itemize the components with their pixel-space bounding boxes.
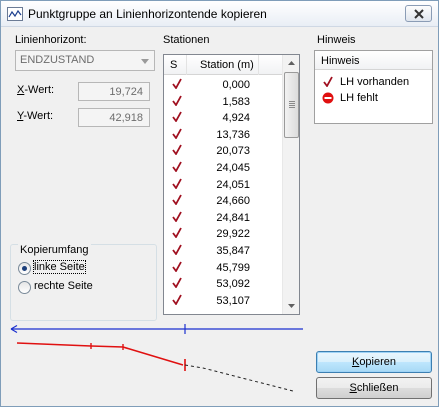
station-row[interactable]: 24,660: [164, 193, 282, 209]
station-value: 4,924: [222, 112, 250, 125]
scroll-grip-line: [289, 105, 295, 106]
stationen-scrollbar[interactable]: [282, 55, 299, 314]
check-icon: [172, 294, 182, 308]
linienhorizont-dropdown[interactable]: ENDZUSTAND: [15, 50, 155, 71]
radio-rechte-seite[interactable]: [18, 281, 31, 294]
station-row[interactable]: 24,045: [164, 160, 282, 176]
profile-chart-icon: [7, 7, 23, 21]
radio-selected-dot: [22, 266, 27, 271]
station-value: 0,000: [222, 79, 250, 91]
station-row[interactable]: 1,583: [164, 94, 282, 110]
y-wert-value: 42,918: [109, 112, 143, 124]
x-wert-value: 19,724: [109, 86, 143, 98]
kopieren-button-label: Kopieren: [351, 356, 397, 368]
hinweis-title: Hinweis: [317, 34, 356, 46]
station-row[interactable]: 4,924: [164, 110, 282, 126]
scroll-down-icon: [288, 304, 295, 308]
dialog-window: Punktgruppe an Linienhorizontende kopier…: [0, 0, 439, 407]
station-value: 24,045: [216, 162, 250, 174]
check-icon: [172, 161, 182, 175]
x-wert-label: X-Wert:: [17, 84, 55, 96]
station-value: 45,799: [216, 261, 250, 274]
station-value: 29,922: [216, 228, 250, 241]
check-icon: [172, 128, 182, 142]
x-wert-field[interactable]: 19,724: [78, 82, 150, 101]
check-icon: [172, 144, 182, 158]
radio-linke-seite[interactable]: [18, 262, 31, 275]
scroll-thumb[interactable]: [284, 72, 299, 138]
station-value: 13,736: [216, 128, 250, 141]
station-row[interactable]: 13,736: [164, 127, 282, 143]
check-icon: [172, 261, 182, 275]
station-row[interactable]: 0,000: [164, 77, 282, 93]
scroll-down-button[interactable]: [283, 297, 299, 314]
copied-profile-line: [184, 364, 294, 392]
scroll-grip-line: [289, 101, 295, 102]
hinweis-header: Hinweis: [321, 55, 360, 67]
hinweis-header-bar: Hinweis: [315, 51, 432, 70]
stationen-title: Stationen: [163, 34, 210, 46]
stationen-list[interactable]: S Station (m) 0,000 1,583 4,924 13,736 20,07…: [163, 54, 300, 315]
x-wert-label-rest: -Wert:: [24, 84, 55, 96]
station-value: 24,051: [216, 178, 250, 191]
y-wert-label: Y-Wert:: [17, 110, 54, 122]
kopierumfang-title: Kopierumfang: [18, 244, 91, 256]
legend-lh-fehlt: LH fehlt: [340, 92, 378, 104]
station-row[interactable]: 53,092: [164, 276, 282, 292]
profile-preview: [10, 324, 303, 392]
schliessen-button[interactable]: Schließen: [316, 377, 432, 399]
station-row[interactable]: 53,107: [164, 293, 282, 309]
station-row[interactable]: 45,799: [164, 260, 282, 276]
radio-linke-seite-label[interactable]: linke Seite: [33, 260, 86, 274]
y-wert-field[interactable]: 42,918: [78, 108, 150, 127]
station-row[interactable]: 35,847: [164, 243, 282, 259]
check-icon: [172, 194, 182, 208]
station-value: 53,107: [216, 294, 250, 307]
check-icon: [172, 211, 182, 225]
column-divider[interactable]: [258, 55, 259, 75]
radio-rechte-seite-label[interactable]: rechte Seite: [34, 280, 93, 292]
schliessen-button-label: Schließen: [349, 382, 399, 394]
station-value: 24,841: [216, 211, 250, 224]
column-header-station[interactable]: Station (m): [200, 59, 254, 71]
check-icon: [172, 178, 182, 192]
scroll-up-icon: [288, 61, 295, 65]
no-entry-icon: [322, 92, 334, 104]
column-divider[interactable]: [186, 55, 187, 75]
check-icon: [172, 95, 182, 109]
station-value: 53,092: [216, 278, 250, 291]
station-row[interactable]: 20,073: [164, 143, 282, 159]
check-icon: [172, 244, 182, 258]
linienhorizont-label: Linienhorizont:: [15, 34, 87, 46]
station-row[interactable]: 24,051: [164, 177, 282, 193]
close-icon: [414, 9, 424, 19]
check-icon: [172, 227, 182, 241]
station-row[interactable]: 24,841: [164, 210, 282, 226]
check-icon: [172, 277, 182, 291]
chevron-down-icon: [141, 59, 149, 64]
hinweis-legend: Hinweis LH vorhanden LH fehlt: [314, 50, 433, 124]
scroll-grip-line: [289, 107, 295, 108]
close-window-button[interactable]: [405, 5, 432, 22]
stationen-header: S Station (m): [164, 55, 282, 75]
scroll-up-button[interactable]: [283, 55, 299, 72]
linienhorizont-value: ENDZUSTAND: [20, 54, 95, 66]
station-value: 20,073: [216, 145, 250, 158]
check-icon: [323, 76, 333, 87]
window-title: Punktgruppe an Linienhorizontende kopier…: [28, 7, 267, 21]
kopieren-button[interactable]: Kopieren: [316, 351, 432, 373]
station-value: 35,847: [216, 245, 250, 257]
column-header-s[interactable]: S: [170, 59, 177, 71]
station-row[interactable]: 29,922: [164, 226, 282, 242]
station-value: 24,660: [216, 195, 250, 208]
legend-lh-vorhanden: LH vorhanden: [340, 76, 410, 88]
y-wert-label-rest: -Wert:: [23, 110, 54, 122]
scroll-grip-line: [289, 103, 295, 104]
title-bar[interactable]: Punktgruppe an Linienhorizontende kopier…: [1, 1, 438, 27]
check-icon: [172, 78, 182, 92]
check-icon: [172, 111, 182, 125]
station-value: 1,583: [222, 95, 250, 108]
profile-line: [16, 342, 184, 366]
